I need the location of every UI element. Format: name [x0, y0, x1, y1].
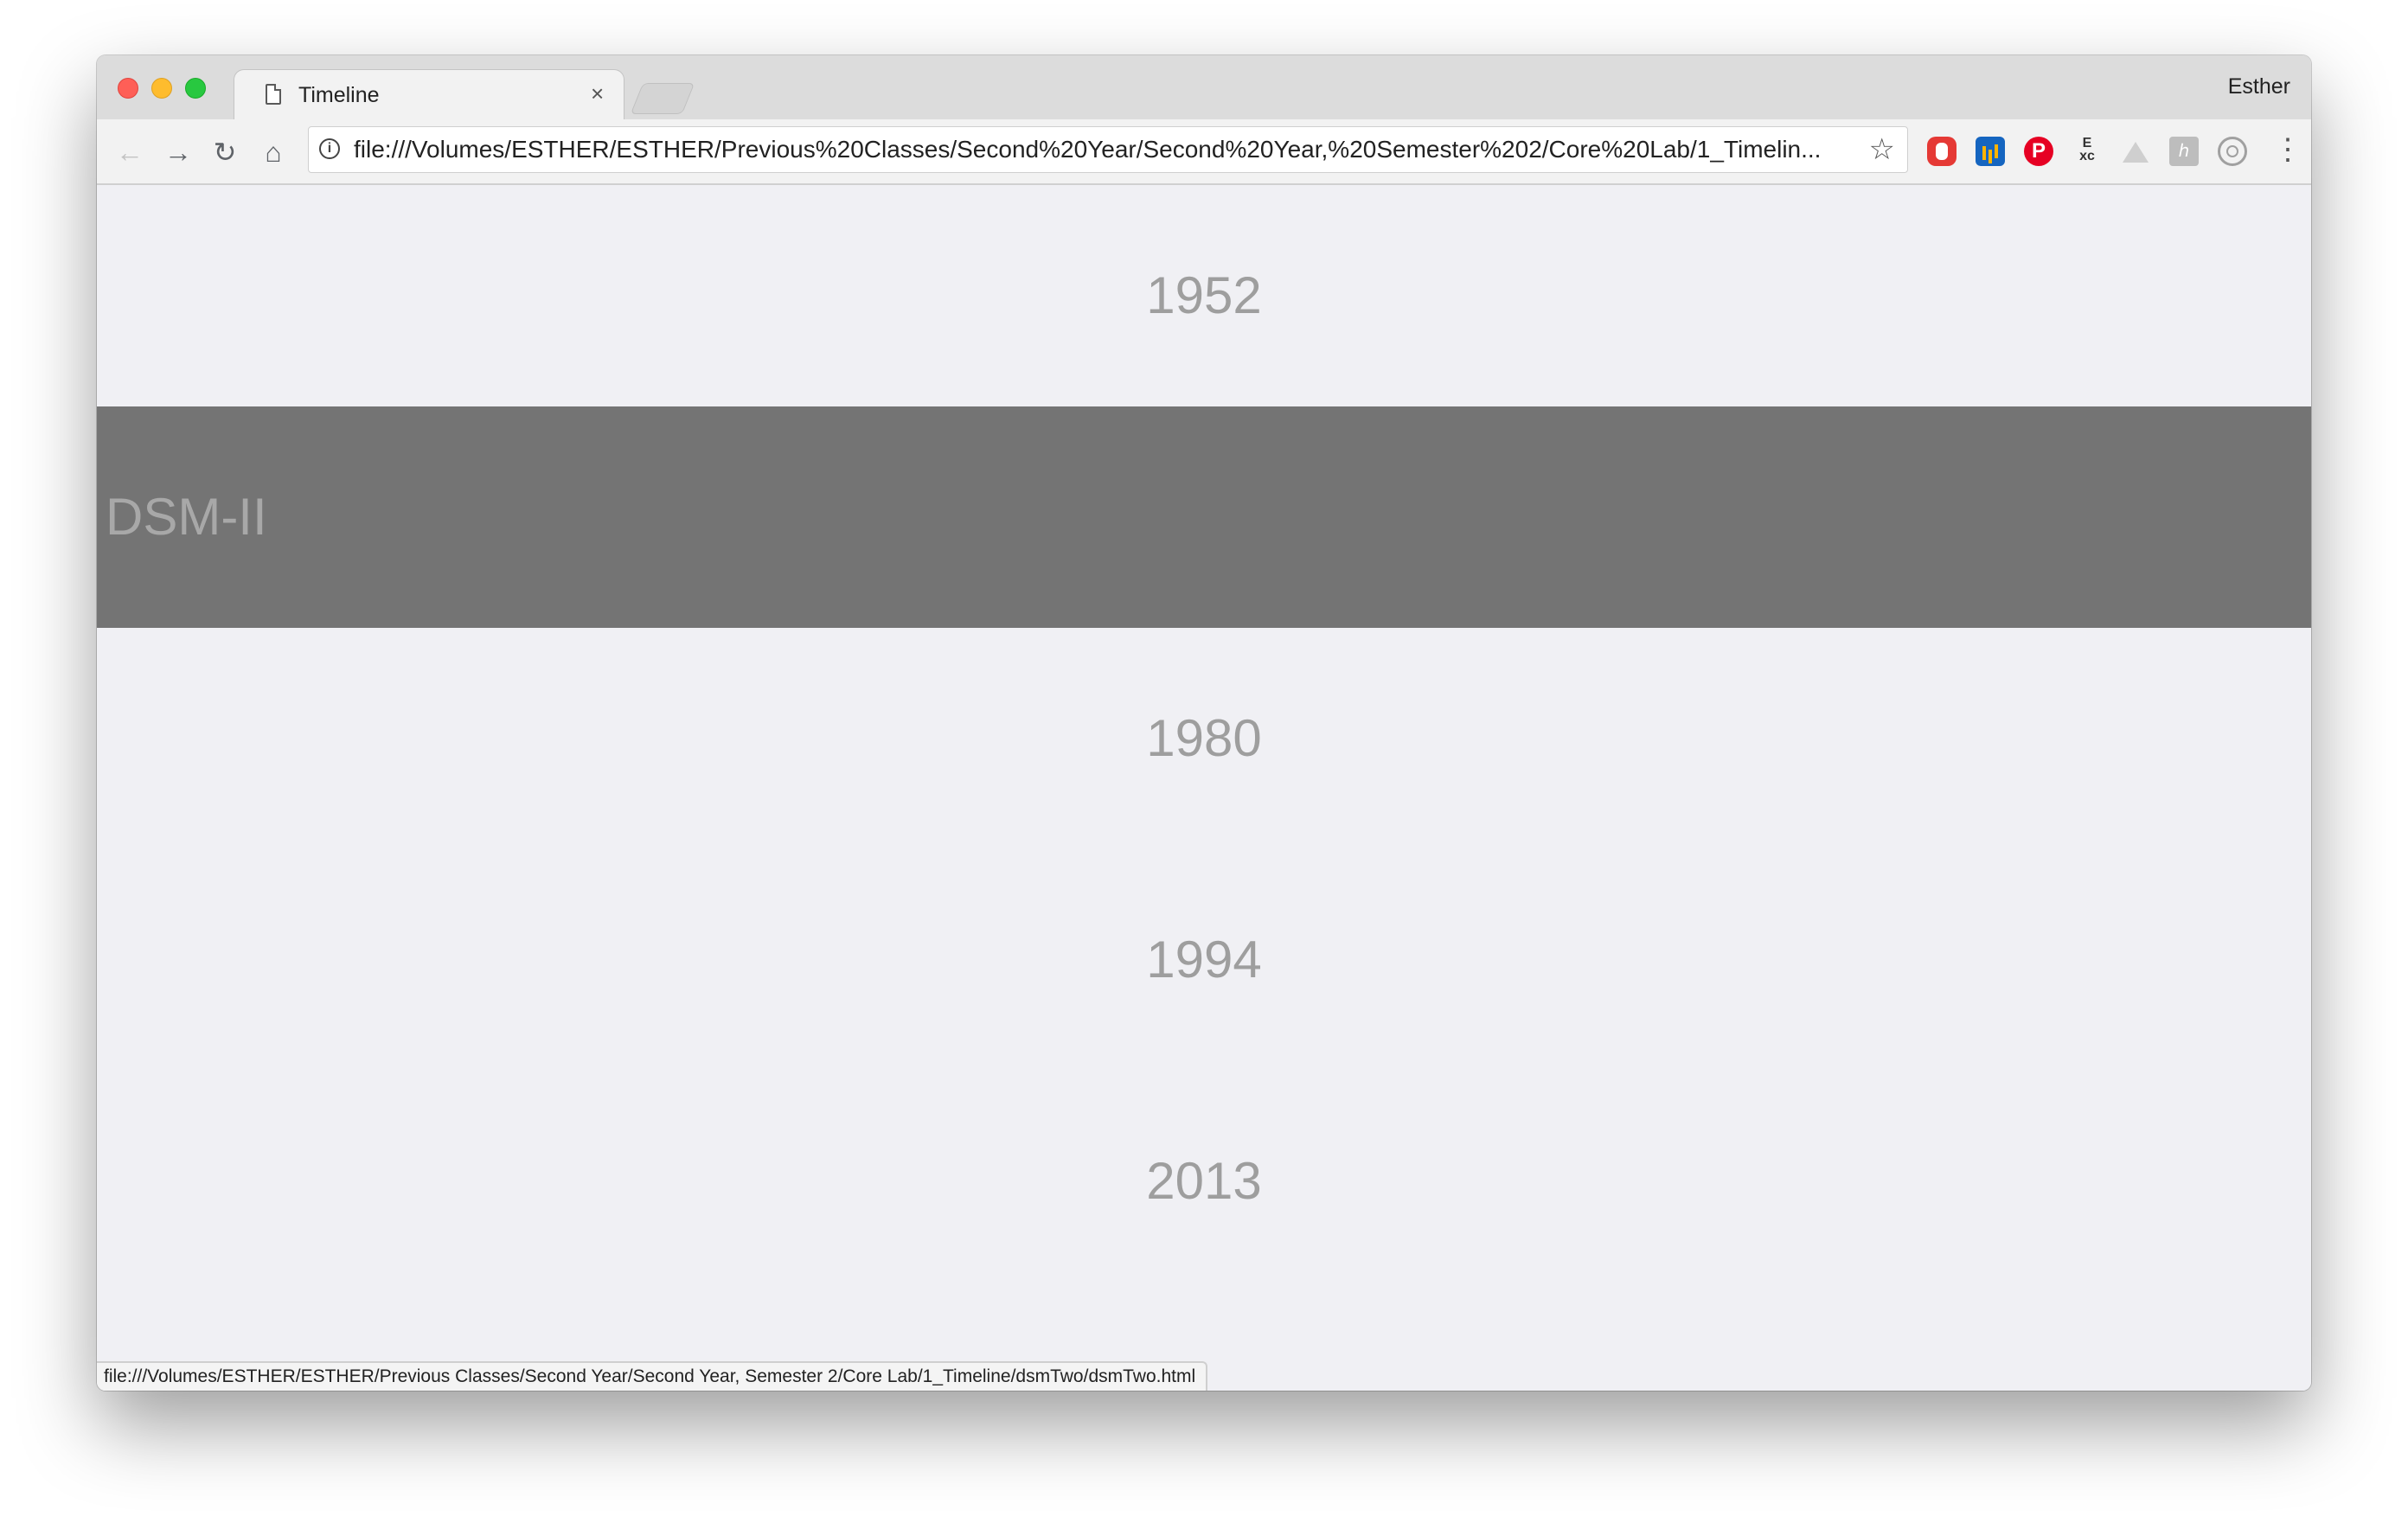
page-content: 1952 DSM-II 1980 1994 2013 file:///Volum…: [97, 185, 2311, 1391]
timeline-row-1994[interactable]: 1994: [97, 849, 2311, 1071]
timeline-year[interactable]: 2013: [97, 1071, 2311, 1292]
minimize-window-button[interactable]: [151, 78, 172, 99]
timeline-year[interactable]: 1980: [97, 628, 2311, 849]
back-arrow-icon[interactable]: ←: [114, 137, 145, 168]
bookmark-extension-icon[interactable]: ℎ: [2169, 137, 2199, 166]
browser-window: Timeline × Esther ← → ↻ ⌂ i file:///Volu…: [97, 55, 2311, 1391]
sync-extension-icon[interactable]: [2218, 137, 2247, 166]
timeline-row-2013[interactable]: 2013: [97, 1071, 2311, 1292]
pinterest-extension-icon[interactable]: P: [2024, 137, 2053, 166]
new-tab-button[interactable]: [630, 83, 695, 114]
forward-arrow-icon[interactable]: →: [163, 137, 194, 168]
reload-icon[interactable]: ↻: [209, 137, 240, 168]
timeline-row-dsm-ii[interactable]: DSM-II: [97, 406, 2311, 628]
timeline-row-1952[interactable]: 1952: [97, 185, 2311, 406]
tab-strip: Timeline × Esther: [97, 55, 2311, 121]
timeline-label[interactable]: DSM-II: [106, 406, 267, 628]
timeline-row-1980[interactable]: 1980: [97, 628, 2311, 849]
close-window-button[interactable]: [118, 78, 138, 99]
tab-timeline[interactable]: Timeline ×: [234, 69, 624, 121]
url-text[interactable]: file:///Volumes/ESTHER/ESTHER/Previous%2…: [354, 136, 1859, 163]
adblock-extension-icon[interactable]: [1927, 137, 1956, 166]
address-bar[interactable]: i file:///Volumes/ESTHER/ESTHER/Previous…: [308, 126, 1908, 173]
close-tab-icon[interactable]: ×: [591, 80, 604, 106]
drive-extension-icon[interactable]: [2121, 137, 2150, 166]
bookmark-star-icon[interactable]: ☆: [1869, 134, 1895, 165]
menu-dots-icon[interactable]: ⋮: [2273, 135, 2302, 168]
timeline-year[interactable]: 1994: [97, 849, 2311, 1071]
toolbar: ← → ↻ ⌂ i file:///Volumes/ESTHER/ESTHER/…: [97, 119, 2311, 185]
status-bar-url: file:///Volumes/ESTHER/ESTHER/Previous C…: [97, 1361, 1208, 1391]
tab-title: Timeline: [298, 83, 380, 107]
info-icon[interactable]: i: [319, 138, 340, 159]
profile-name[interactable]: Esther: [2228, 74, 2290, 99]
file-icon: [266, 84, 281, 105]
zoom-window-button[interactable]: [185, 78, 206, 99]
home-icon[interactable]: ⌂: [258, 137, 289, 168]
timeline-year[interactable]: 1952: [97, 185, 2311, 406]
analytics-extension-icon[interactable]: [1976, 137, 2005, 166]
exc-extension-icon[interactable]: Exc: [2072, 137, 2102, 166]
